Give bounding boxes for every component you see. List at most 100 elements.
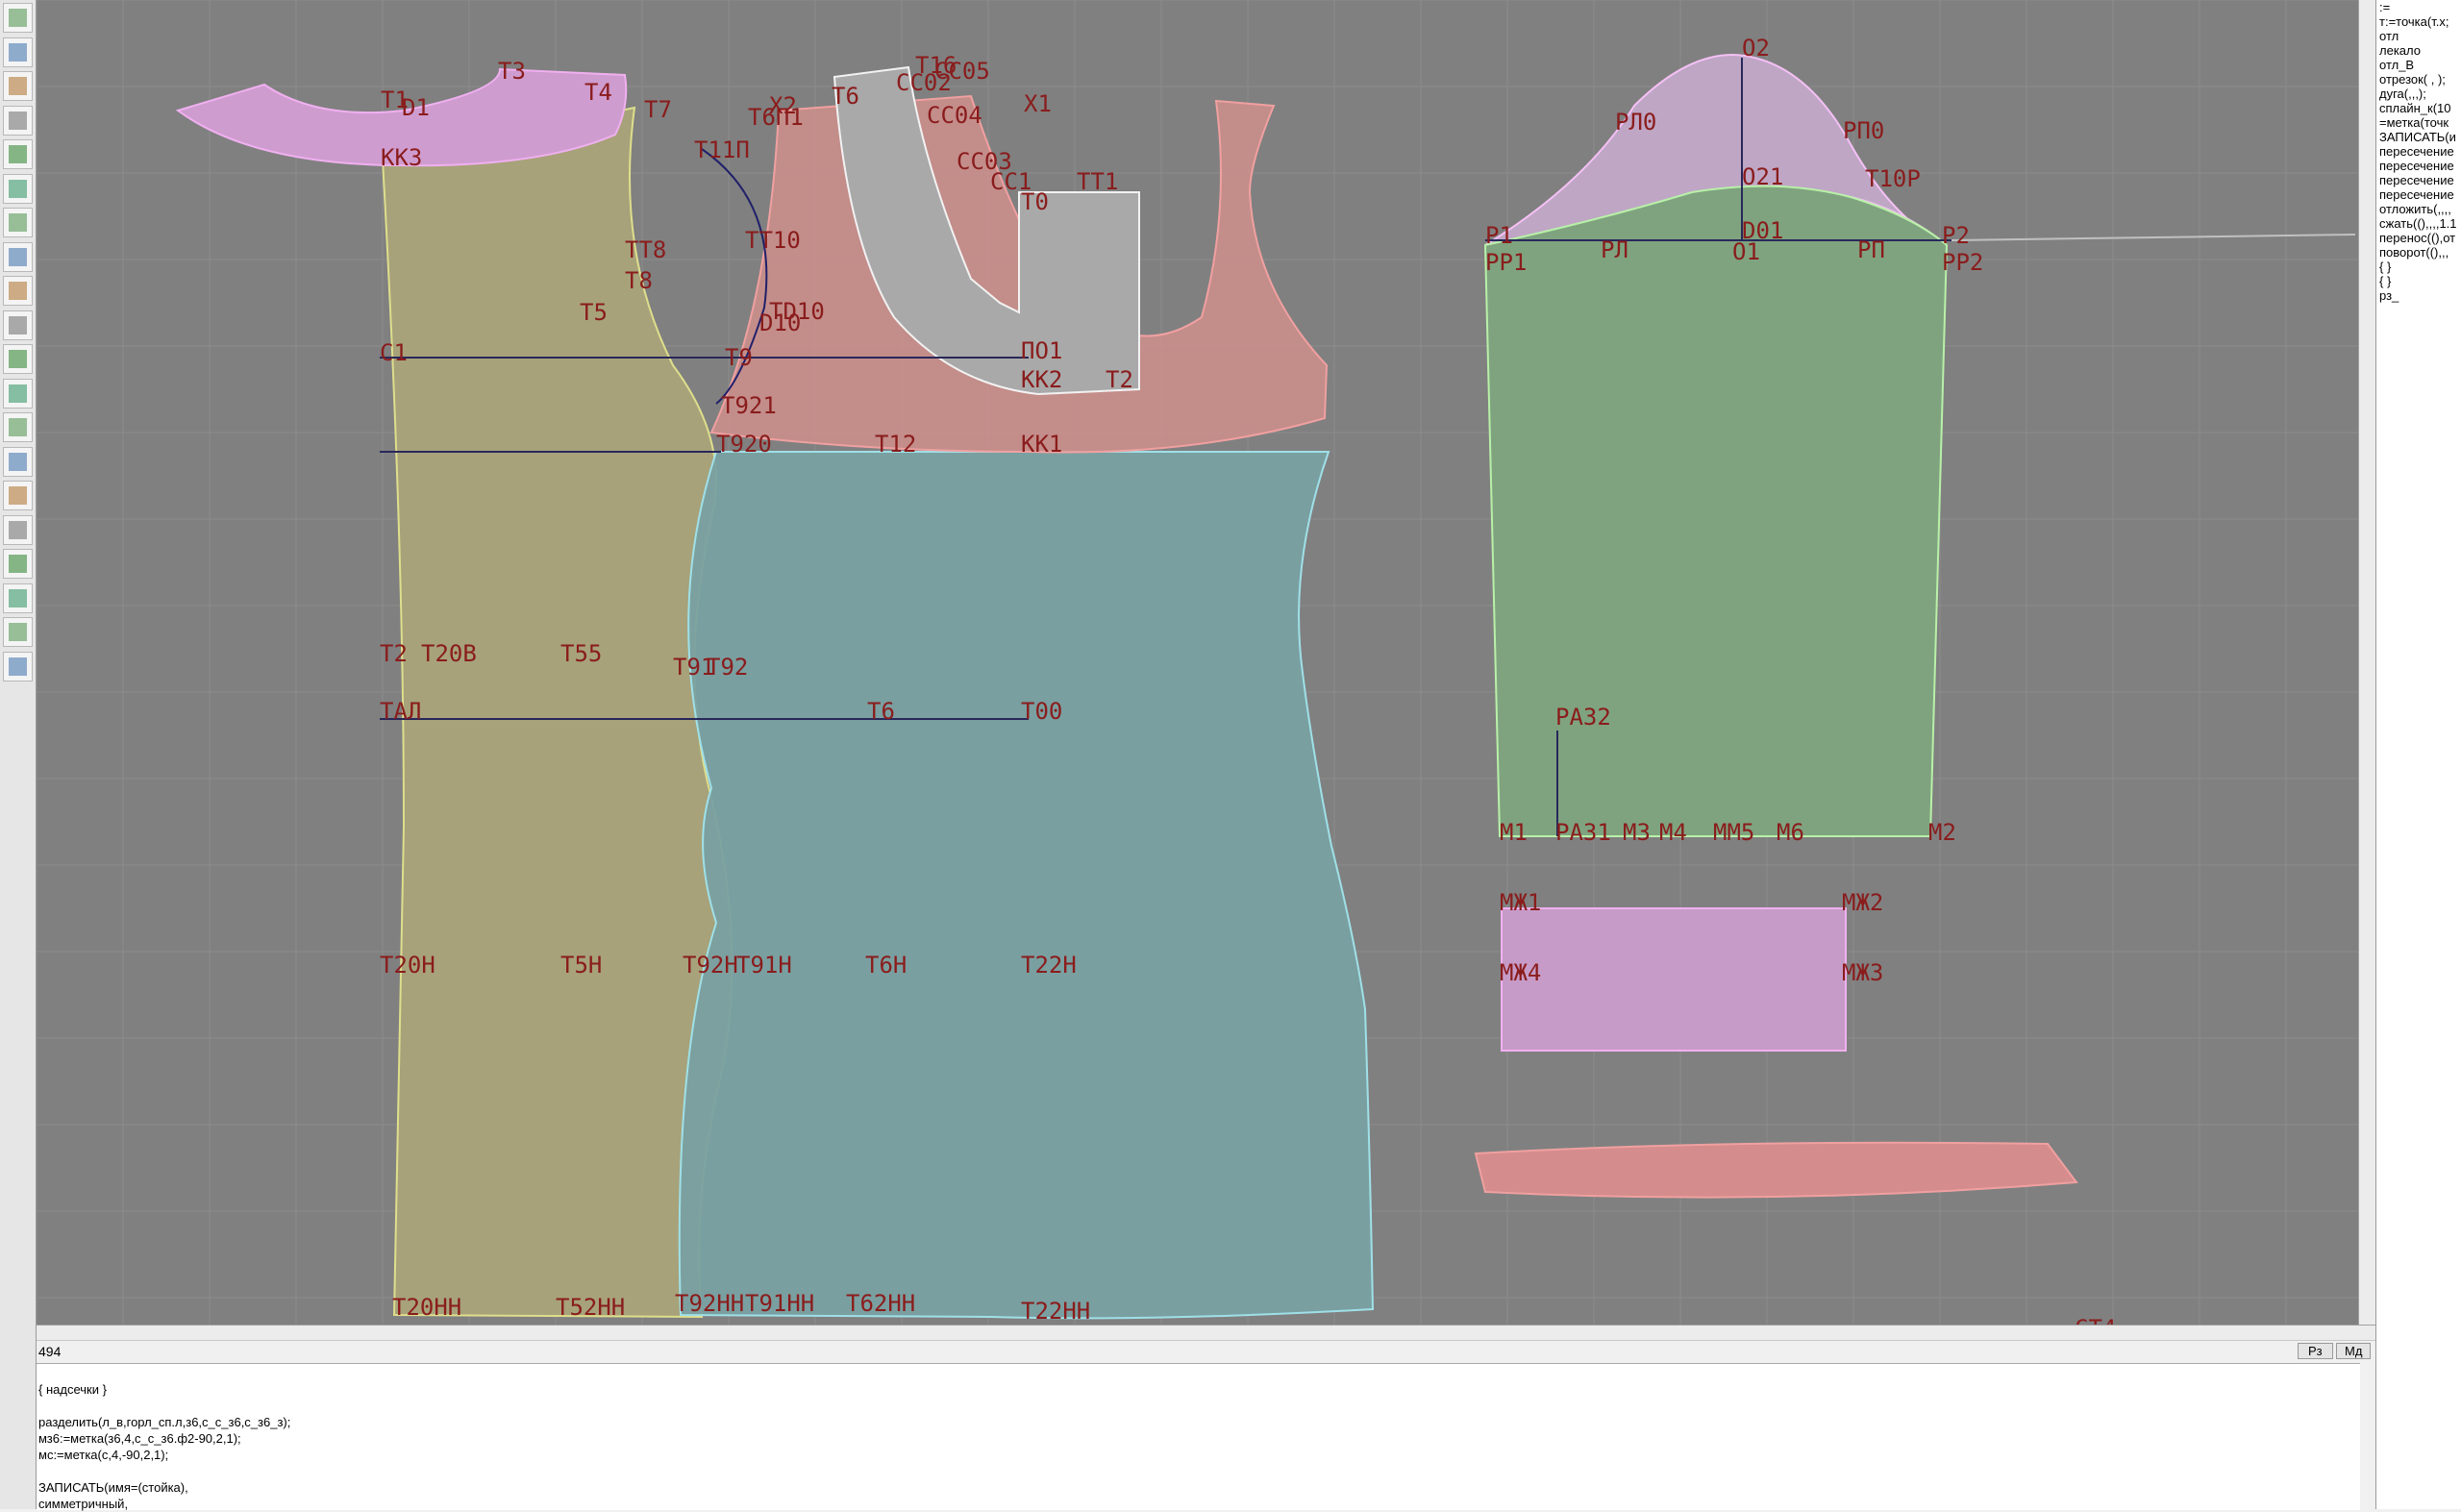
point-label: СС04 [927,102,982,129]
command-item[interactable]: отложить(,,,, [2376,202,2461,216]
back-bodice-piece[interactable] [381,106,733,1319]
command-item[interactable]: сплайн_к(10 [2376,101,2461,115]
code-line[interactable]: мс:=метка(с,4,-90,2,1); [37,1447,2360,1463]
copy-icon[interactable] [3,208,33,237]
code-line[interactable]: разделить(л_в,горл_сп.л,з6,с_с_з6,с_з6_з… [37,1414,2360,1430]
point-label: МЖ2 [1842,889,1883,916]
command-item[interactable]: пересечение [2376,187,2461,202]
point-label: Т4 [584,79,612,106]
point-label: РР2 [1942,249,1983,276]
point-label: ТD10 [769,298,825,325]
zoom-in-icon[interactable] [3,3,33,33]
point-label: Т921 [721,392,777,419]
layer-icon[interactable] [3,173,33,204]
3d-icon[interactable] [3,514,33,545]
point-label: Т92Н [683,952,738,979]
code-line[interactable]: { надсечки } [37,1381,2360,1398]
point-label: Т2 [380,640,408,667]
drawing-canvas[interactable]: Т3 Т4 Т1 D1 Т7 КК3 Т11П ТТ10 ТТ8 Т8 Т5 D10 ТD10 С1 Т9 Т… [37,0,2358,1325]
command-item[interactable]: := [2376,0,2461,14]
G-tool-icon[interactable] [3,310,33,340]
point-label: Т20Н [380,952,435,979]
command-item[interactable]: =метка(точк [2376,115,2461,130]
point-label: Т9 [725,344,753,371]
point-label: Т10Р [1865,165,1921,192]
md-button[interactable]: Мд [2336,1343,2372,1359]
code-line[interactable]: ЗАПИСАТЬ(имя=(стойка), [37,1479,2360,1496]
canvas-horizontal-scrollbar[interactable] [37,1325,2375,1341]
front-bodice-piece[interactable] [678,451,1375,1320]
waistband-piece[interactable] [1474,1141,2078,1199]
point-label: РЛ0 [1615,109,1656,136]
arrow-tool-icon[interactable] [3,651,33,682]
point-label: Х1 [1024,90,1052,117]
command-item[interactable]: пересечение [2376,144,2461,159]
open-icon[interactable] [3,71,33,101]
cuff-piece[interactable] [1501,907,1847,1052]
command-item[interactable]: ЗАПИСАТЬ(и [2376,130,2461,144]
point-label: Т92 [707,654,748,681]
point-label: Т55 [560,640,602,667]
command-item[interactable]: пересечение [2376,173,2461,187]
point-label: М3 [1623,819,1651,846]
command-item[interactable]: отл_В [2376,58,2461,72]
point-label: РЛ [1601,236,1628,263]
point-label: Т6 [832,83,859,110]
camera-icon[interactable] [3,378,33,409]
point-label: М1 [1500,819,1528,846]
point-label: СТ4 [2075,1315,2116,1325]
command-item[interactable]: дуга(,,,); [2376,87,2461,101]
point-label: О1 [1732,238,1760,265]
columns-icon[interactable] [3,412,33,442]
figure-icon[interactable] [3,481,33,510]
command-list-panel[interactable]: := т:=точка(т.х; отл лекало отл_В отрезок( , … [2375,0,2461,1509]
command-item[interactable]: отл [2376,29,2461,43]
command-item[interactable]: поворот((),,, [2376,245,2461,260]
point-label: Т00 [1021,698,1062,725]
line-icon[interactable] [3,139,33,169]
point-label: РА31 [1555,819,1611,846]
command-item[interactable]: отрезок( , ); [2376,72,2461,87]
point-label: М2 [1928,819,1956,846]
portrait-icon[interactable] [3,446,33,477]
code-line[interactable] [37,1463,2360,1479]
canvas-vertical-scrollbar[interactable] [2358,0,2376,1325]
point-label: Т22Н [1021,952,1077,979]
script-editor[interactable]: { надсечки } разделить(л_в,горл_сп.л,з6,… [37,1363,2360,1512]
point-label: Т5 [580,299,608,326]
code-line[interactable] [37,1398,2360,1414]
sleeve-body-piece[interactable] [1483,185,1949,837]
grid-icon[interactable] [3,105,33,136]
point-label: КК2 [1021,366,1062,393]
point-label: С1 [380,339,408,366]
layers-icon[interactable] [3,582,33,613]
rz-button[interactable]: Рз [2298,1343,2333,1359]
zoom-out-icon[interactable] [3,37,33,67]
command-item[interactable]: рз_ [2376,288,2461,303]
measure-M-icon[interactable] [3,241,33,272]
coordinate-readout: 494 [38,1344,62,1359]
point-label: М6 [1777,819,1804,846]
point-label: Т16 [915,52,957,79]
command-item[interactable]: перенос((),от [2376,231,2461,245]
alg-icon[interactable] [3,617,33,647]
command-item[interactable]: { } [2376,260,2461,274]
code-line[interactable]: симметричный, [37,1496,2360,1512]
point-label: РА32 [1555,704,1611,731]
code-line[interactable]: мз6:=метка(з6,4,с_с_з6.ф2-90,2,1); [37,1430,2360,1447]
point-label: КК3 [381,144,422,171]
point-label: Т2 [1106,366,1133,393]
command-item[interactable]: лекало [2376,43,2461,58]
compass-icon[interactable] [3,276,33,306]
point-label: Т12 [875,431,916,458]
command-item[interactable]: пересечение [2376,159,2461,173]
point-label: МЖ1 [1500,889,1541,916]
command-item[interactable]: сжать((),,,,1.1 [2376,216,2461,231]
point-label: ТТ1 [1077,168,1118,195]
point-label: Т6П1 [748,104,804,131]
command-item[interactable]: { } [2376,274,2461,288]
list-icon[interactable] [3,549,33,579]
point-label: Т91НН [745,1290,814,1317]
print-icon[interactable] [3,344,33,374]
command-item[interactable]: т:=точка(т.х; [2376,14,2461,29]
